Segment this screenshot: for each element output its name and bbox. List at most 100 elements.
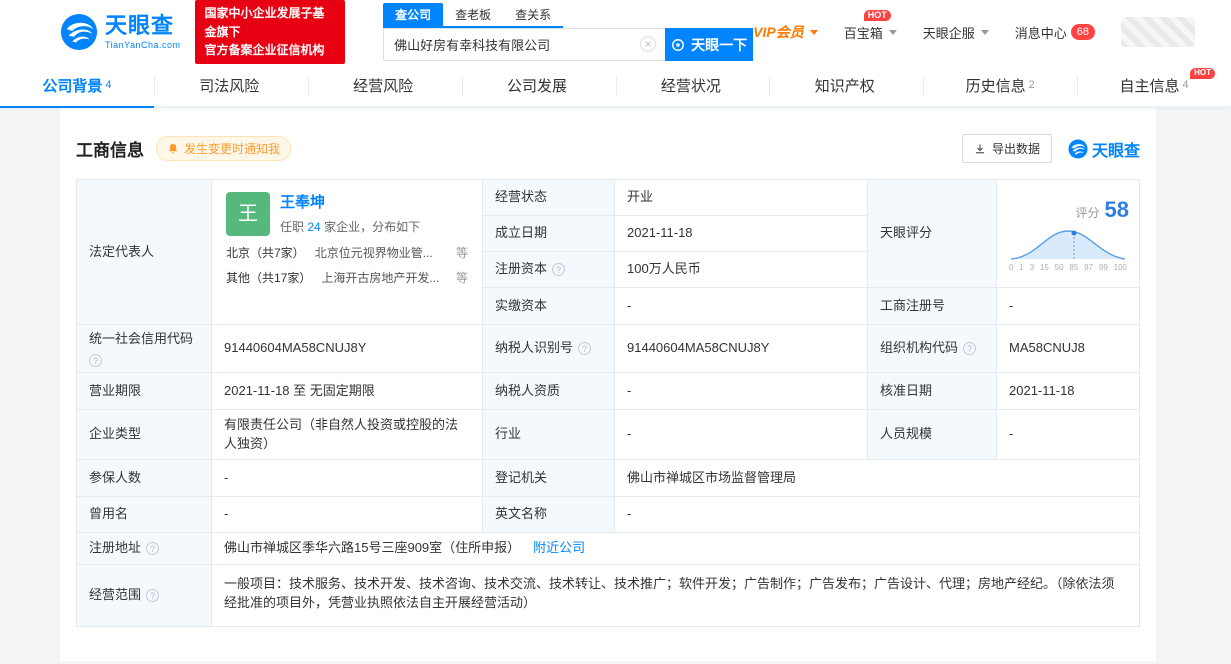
field-label-reg-authority: 登记机关 bbox=[483, 460, 615, 497]
tianyancha-logo-icon bbox=[60, 13, 98, 51]
tianyan-score-cell[interactable]: 评分 58 0131550859799100 bbox=[997, 180, 1140, 288]
info-icon[interactable]: ? bbox=[89, 354, 102, 367]
field-value-est-date: 2021-11-18 bbox=[615, 216, 868, 252]
tab-company-development[interactable]: 公司发展 bbox=[462, 64, 616, 106]
dist-region: 其他（共17家） bbox=[226, 270, 311, 287]
field-value-insured-count: - bbox=[212, 460, 483, 497]
tab-count: 2 bbox=[1029, 79, 1035, 91]
toolbox-menu[interactable]: HOT 百宝箱 bbox=[844, 23, 897, 42]
rep-distribution: 北京（共7家） 北京位元视界物业管... 等 其他（共17家） 上海开古房地产开… bbox=[226, 245, 468, 287]
field-label-insured-count: 参保人数 bbox=[77, 460, 212, 497]
rep-company-count-link[interactable]: 24 bbox=[307, 220, 320, 234]
user-avatar[interactable] bbox=[1121, 17, 1195, 47]
message-count-badge: 68 bbox=[1071, 24, 1095, 40]
tab-self-published-info[interactable]: 自主信息4 HOT bbox=[1077, 64, 1231, 106]
info-icon[interactable]: ? bbox=[578, 342, 591, 355]
caret-down-icon bbox=[981, 30, 989, 35]
field-label-org-code: 组织机构代码? bbox=[868, 325, 997, 373]
enterprise-service-label: 天眼企服 bbox=[923, 23, 975, 42]
dist-company-link[interactable]: 上海开古房地产开发... bbox=[321, 270, 446, 287]
field-value-industry: - bbox=[615, 410, 868, 460]
tianyancha-logo[interactable]: 天眼查 TianYanCha.com bbox=[60, 13, 181, 51]
top-header: 天眼查 TianYanCha.com 国家中小企业发展子基金旗下 官方备案企业征… bbox=[0, 0, 1231, 64]
field-value-reg-authority: 佛山市禅城区市场监督管理局 bbox=[615, 460, 1140, 497]
tab-label: 自主信息 bbox=[1119, 75, 1179, 96]
tab-operating-status[interactable]: 经营状况 bbox=[616, 64, 770, 106]
enterprise-service-menu[interactable]: 天眼企服 bbox=[923, 23, 989, 42]
tianyancha-watermark-icon bbox=[1068, 139, 1088, 159]
header-menu: VIP会员 HOT 百宝箱 天眼企服 消息中心 68 bbox=[753, 17, 1195, 47]
notify-change-button[interactable]: 发生变更时通知我 bbox=[156, 136, 291, 161]
field-value-reg-number: - bbox=[997, 288, 1140, 325]
field-value-reg-address: 佛山市禅城区季华六路15号三座909室（住所申报） 附近公司 bbox=[212, 533, 1140, 565]
clear-search-icon[interactable]: × bbox=[640, 36, 656, 52]
field-label-taxpayer-quality: 纳税人资质 bbox=[483, 373, 615, 410]
search-input[interactable] bbox=[383, 28, 665, 61]
tab-intellectual-property[interactable]: 知识产权 bbox=[769, 64, 923, 106]
search-button[interactable]: 天眼一下 bbox=[665, 28, 753, 61]
legal-rep-name-link[interactable]: 王奉坤 bbox=[280, 192, 420, 214]
field-value-taxpayer-quality: - bbox=[615, 373, 868, 410]
tab-operating-risk[interactable]: 经营风险 bbox=[308, 64, 462, 106]
dist-region: 北京（共7家） bbox=[226, 245, 305, 262]
nearby-companies-link[interactable]: 附近公司 bbox=[533, 539, 585, 558]
export-data-button[interactable]: 导出数据 bbox=[962, 134, 1052, 163]
field-label-business-term: 营业期限 bbox=[77, 373, 212, 410]
cert-badge-line1: 国家中小企业发展子基金旗下 bbox=[205, 4, 336, 41]
field-label-reg-capital: 注册资本? bbox=[483, 252, 615, 288]
search-tabs: 查公司 查老板 查关系 bbox=[383, 3, 563, 28]
vip-label: VIP会员 bbox=[753, 22, 804, 42]
rep-distribution-row: 其他（共17家） 上海开古房地产开发... 等 bbox=[226, 270, 468, 287]
field-value-business-term: 2021-11-18 至 无固定期限 bbox=[212, 373, 483, 410]
field-value-company-type: 有限责任公司（非自然人投资或控股的法人独资） bbox=[212, 410, 483, 460]
info-icon[interactable]: ? bbox=[146, 589, 159, 602]
logo-domain: TianYanCha.com bbox=[105, 40, 181, 50]
tab-company-background[interactable]: 公司背景4 bbox=[0, 64, 154, 106]
legal-rep-positions: 任职 24 家企业，分布如下 bbox=[280, 219, 420, 236]
field-value-taxpayer-id: 91440604MA58CNUJ8Y bbox=[615, 325, 868, 373]
company-section-tabs: 公司背景4 司法风险 经营风险 公司发展 经营状况 知识产权 历史信息2 自主信… bbox=[0, 64, 1231, 108]
field-value-business-scope: 一般项目：技术服务、技术开发、技术咨询、技术交流、技术转让、技术推广；软件开发；… bbox=[212, 565, 1140, 627]
tab-history-info[interactable]: 历史信息2 bbox=[923, 64, 1077, 106]
info-icon[interactable]: ? bbox=[963, 342, 976, 355]
field-label-legal-rep: 法定代表人 bbox=[77, 180, 212, 325]
notify-change-label: 发生变更时通知我 bbox=[184, 140, 280, 157]
legal-rep-avatar[interactable]: 王 bbox=[226, 192, 270, 236]
field-value-english-name: - bbox=[615, 497, 1140, 533]
cert-badge-line2: 官方备案企业征信机构 bbox=[205, 41, 336, 60]
section-title: 工商信息 bbox=[76, 136, 144, 161]
tab-label: 经营状况 bbox=[661, 75, 721, 96]
field-label-english-name: 英文名称 bbox=[483, 497, 615, 533]
field-label-paid-capital: 实缴资本 bbox=[483, 288, 615, 325]
rep-distribution-row: 北京（共7家） 北京位元视界物业管... 等 bbox=[226, 245, 468, 262]
search-tab-company[interactable]: 查公司 bbox=[383, 3, 443, 26]
search-button-label: 天眼一下 bbox=[691, 35, 747, 55]
info-icon[interactable]: ? bbox=[146, 542, 159, 555]
search-tab-relation[interactable]: 查关系 bbox=[503, 3, 563, 26]
field-label-approval-date: 核准日期 bbox=[868, 373, 997, 410]
vip-menu[interactable]: VIP会员 bbox=[753, 22, 818, 42]
logo-title: 天眼查 bbox=[105, 15, 181, 37]
message-center[interactable]: 消息中心 68 bbox=[1015, 23, 1095, 42]
dist-more: 等 bbox=[456, 245, 468, 262]
cert-badge: 国家中小企业发展子基金旗下 官方备案企业征信机构 bbox=[195, 0, 346, 64]
field-label-staff-size: 人员规模 bbox=[868, 410, 997, 460]
dist-company-link[interactable]: 北京位元视界物业管... bbox=[315, 245, 446, 262]
eye-icon bbox=[671, 38, 685, 52]
search-tab-boss[interactable]: 查老板 bbox=[443, 3, 503, 26]
download-icon bbox=[974, 143, 986, 155]
info-icon[interactable]: ? bbox=[552, 263, 565, 276]
tab-label: 司法风险 bbox=[199, 75, 259, 96]
field-label-industry: 行业 bbox=[483, 410, 615, 460]
watermark-brand-name: 天眼查 bbox=[1092, 137, 1140, 161]
score-curve-chart bbox=[1009, 227, 1127, 261]
field-label-status: 经营状态 bbox=[483, 180, 615, 216]
legal-rep-avatar-char: 王 bbox=[238, 200, 258, 229]
field-label-tianyan-score: 天眼评分 bbox=[868, 180, 997, 288]
hot-badge: HOT bbox=[1190, 68, 1215, 79]
tab-judicial-risk[interactable]: 司法风险 bbox=[154, 64, 308, 106]
business-info-table: 法定代表人 王 王奉坤 任职 24 家企业，分布如下 北京（共7家） bbox=[76, 179, 1140, 627]
field-label-company-type: 企业类型 bbox=[77, 410, 212, 460]
tab-label: 知识产权 bbox=[815, 75, 875, 96]
field-label-est-date: 成立日期 bbox=[483, 216, 615, 252]
